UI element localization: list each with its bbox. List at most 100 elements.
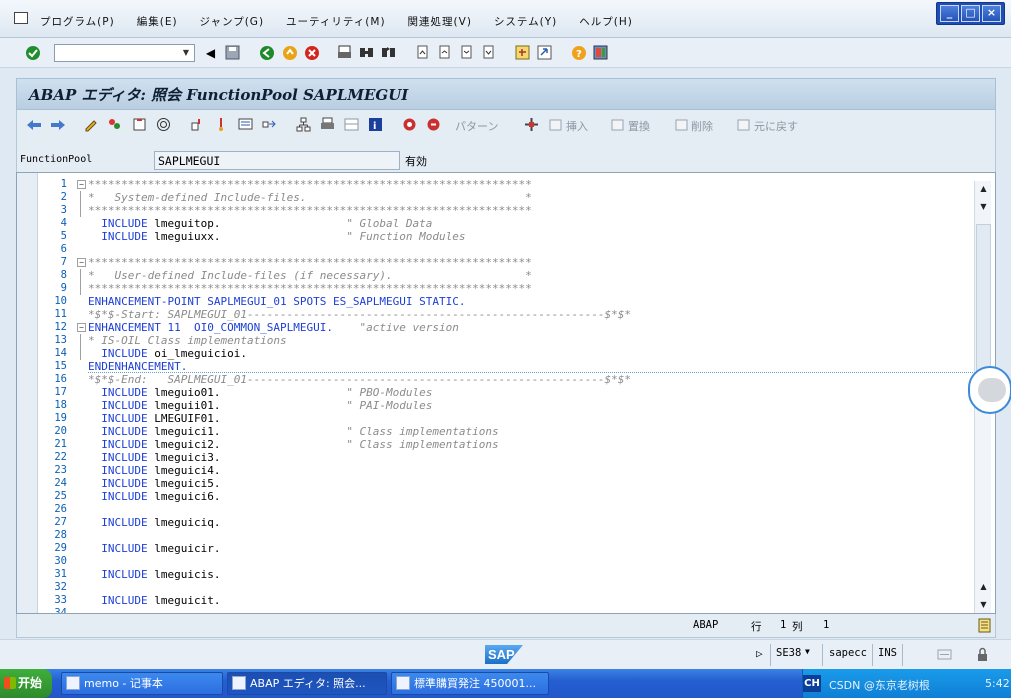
code-line[interactable]: 30 (17, 555, 975, 568)
undo-button[interactable]: 元に戻す (754, 118, 798, 134)
code-line[interactable]: 6 (17, 243, 975, 256)
code-line[interactable]: 8 * User-defined Include-files (if necess… (17, 269, 975, 282)
start-button[interactable]: 开始 (0, 669, 52, 698)
code-editor[interactable]: 1− **************************************… (16, 172, 996, 614)
menu-utilities[interactable]: ユーティリティ(M) (286, 14, 386, 29)
insert-button[interactable]: 挿入 (566, 118, 588, 134)
menu-environment[interactable]: 関連処理(V) (408, 14, 472, 29)
create-shortcut-icon[interactable] (536, 44, 553, 61)
notepad-icon[interactable] (976, 617, 993, 634)
find-icon[interactable] (358, 44, 375, 61)
window-menu-icon[interactable] (14, 12, 28, 24)
code-line[interactable]: 13 * IS-OIL Class implementations (17, 334, 975, 347)
fold-toggle-icon[interactable]: − (77, 180, 86, 189)
split-screen-icon[interactable] (343, 116, 360, 133)
exit-icon[interactable] (281, 44, 298, 61)
lock-icon[interactable] (974, 646, 991, 663)
where-used-icon[interactable] (189, 116, 206, 133)
code-line[interactable]: 14 INCLUDE oi_lmeguicioi. (17, 347, 975, 360)
minimize-button[interactable]: _ (940, 5, 959, 22)
command-field[interactable]: ▼ (54, 44, 195, 62)
code-line[interactable]: 5 INCLUDE lmeguiuxx. " Function Modules (17, 230, 975, 243)
replace-button[interactable]: 置換 (628, 118, 650, 134)
code-line[interactable]: 4 INCLUDE lmeguitop. " Global Data (17, 217, 975, 230)
code-line[interactable]: 3 ***************************************… (17, 204, 975, 217)
code-line[interactable]: 28 (17, 529, 975, 542)
code-line[interactable]: 27 INCLUDE lmeguiciq. (17, 516, 975, 529)
fold-toggle-icon[interactable]: − (77, 323, 86, 332)
code-line[interactable]: 25 INCLUDE lmeguici6. (17, 490, 975, 503)
code-line[interactable]: 23 INCLUDE lmeguici4. (17, 464, 975, 477)
info-icon[interactable]: i (367, 116, 384, 133)
first-page-icon[interactable] (414, 44, 431, 61)
enter-check-icon[interactable] (24, 44, 41, 61)
code-lines[interactable]: 1− **************************************… (17, 178, 975, 613)
menu-edit[interactable]: 編集(E) (137, 14, 178, 29)
code-line[interactable]: 10 ENHANCEMENT-POINT SAPLMEGUI_01 SPOTS E… (17, 295, 975, 308)
command-input[interactable] (55, 45, 175, 61)
code-line[interactable]: 21 INCLUDE lmeguici2. " Class implementa… (17, 438, 975, 451)
move-block-icon[interactable] (523, 116, 540, 133)
menu-program[interactable]: プログラム(P) (40, 14, 115, 29)
find-next-icon[interactable] (380, 44, 397, 61)
display-change-icon[interactable] (83, 116, 100, 133)
code-line[interactable]: 17 INCLUDE lmeguio01. " PBO-Modules (17, 386, 975, 399)
help-icon[interactable]: ? (570, 44, 587, 61)
code-line[interactable]: 1 − **************************************… (17, 178, 975, 191)
menu-system[interactable]: システム(Y) (494, 14, 557, 29)
scrollbar-thumb[interactable] (976, 224, 991, 384)
taskbar-item-memo[interactable]: memo - 记事本 (61, 672, 223, 695)
code-line[interactable]: 29 INCLUDE lmeguicir. (17, 542, 975, 555)
scroll-down-icon[interactable]: ▼ (977, 599, 990, 611)
play-icon[interactable]: ▷ (756, 647, 763, 660)
navigation-icon[interactable] (261, 116, 278, 133)
code-line[interactable]: 15 ENDENHANCEMENT. (17, 360, 975, 373)
code-line[interactable]: 16 *$*$-End: SAPLMEGUI_01----------------… (17, 373, 975, 386)
code-line[interactable]: 24 INCLUDE lmeguici5. (17, 477, 975, 490)
save-icon[interactable] (224, 44, 241, 61)
forward-arrow-icon[interactable] (49, 116, 66, 133)
menu-help[interactable]: ヘルプ(H) (579, 14, 633, 29)
scroll-up-icon[interactable]: ▲ (977, 183, 990, 195)
code-line[interactable]: 33 INCLUDE lmeguicit. (17, 594, 975, 607)
scroll-page-up-icon[interactable]: ▼ (977, 201, 990, 213)
code-line[interactable]: 34 (17, 607, 975, 613)
previous-page-icon[interactable] (436, 44, 453, 61)
menu-goto[interactable]: ジャンプ(G) (200, 14, 265, 29)
activate-icon[interactable] (131, 116, 148, 133)
breakpoint-icon[interactable] (213, 116, 230, 133)
print-icon[interactable] (336, 44, 353, 61)
collapse-icon[interactable] (936, 646, 953, 663)
object-list-icon[interactable] (237, 116, 254, 133)
taskbar-item-abap-editor[interactable]: ABAP エディタ: 照会... (227, 672, 387, 695)
back-icon[interactable] (258, 44, 275, 61)
pattern-button[interactable]: パターン (455, 118, 498, 134)
code-line[interactable]: 31 INCLUDE lmeguicis. (17, 568, 975, 581)
code-line[interactable]: 2 * System-defined Include-files. * (17, 191, 975, 204)
check-syntax-icon[interactable] (106, 116, 123, 133)
delete-button[interactable]: 削除 (691, 118, 713, 134)
code-line[interactable]: 12 − ENHANCEMENT 11 OI0_COMMON_SAPLMEGUI. … (17, 321, 975, 334)
code-line[interactable]: 7 − **************************************… (17, 256, 975, 269)
code-line[interactable]: 11 *$*$-Start: SAPLMEGUI_01--------------… (17, 308, 975, 321)
create-session-icon[interactable] (514, 44, 531, 61)
code-line[interactable]: 19 INCLUDE LMEGUIF01. (17, 412, 975, 425)
hierarchy-icon[interactable] (295, 116, 312, 133)
last-page-icon[interactable] (480, 44, 497, 61)
chevron-down-icon[interactable]: ▼ (805, 647, 810, 656)
scroll-page-down-icon[interactable]: ▲ (977, 581, 990, 593)
taskbar-item-purchase-order[interactable]: 標準購買発注 450001... (391, 672, 549, 695)
layout-menu-icon[interactable] (592, 44, 609, 61)
enhance-source-icon[interactable] (401, 116, 418, 133)
code-line[interactable]: 18 INCLUDE lmeguii01. " PAI-Modules (17, 399, 975, 412)
chevron-down-icon[interactable]: ▼ (179, 46, 193, 60)
test-icon[interactable] (155, 116, 172, 133)
history-back-icon[interactable]: ◀ (202, 44, 219, 61)
code-line[interactable]: 22 INCLUDE lmeguici3. (17, 451, 975, 464)
code-line[interactable]: 20 INCLUDE lmeguici1. " Class implementa… (17, 425, 975, 438)
assistant-avatar-icon[interactable] (968, 366, 1011, 414)
code-line[interactable]: 32 (17, 581, 975, 594)
back-arrow-icon[interactable] (25, 116, 42, 133)
code-line[interactable]: 9 ***************************************… (17, 282, 975, 295)
close-button[interactable]: × (982, 5, 1001, 22)
